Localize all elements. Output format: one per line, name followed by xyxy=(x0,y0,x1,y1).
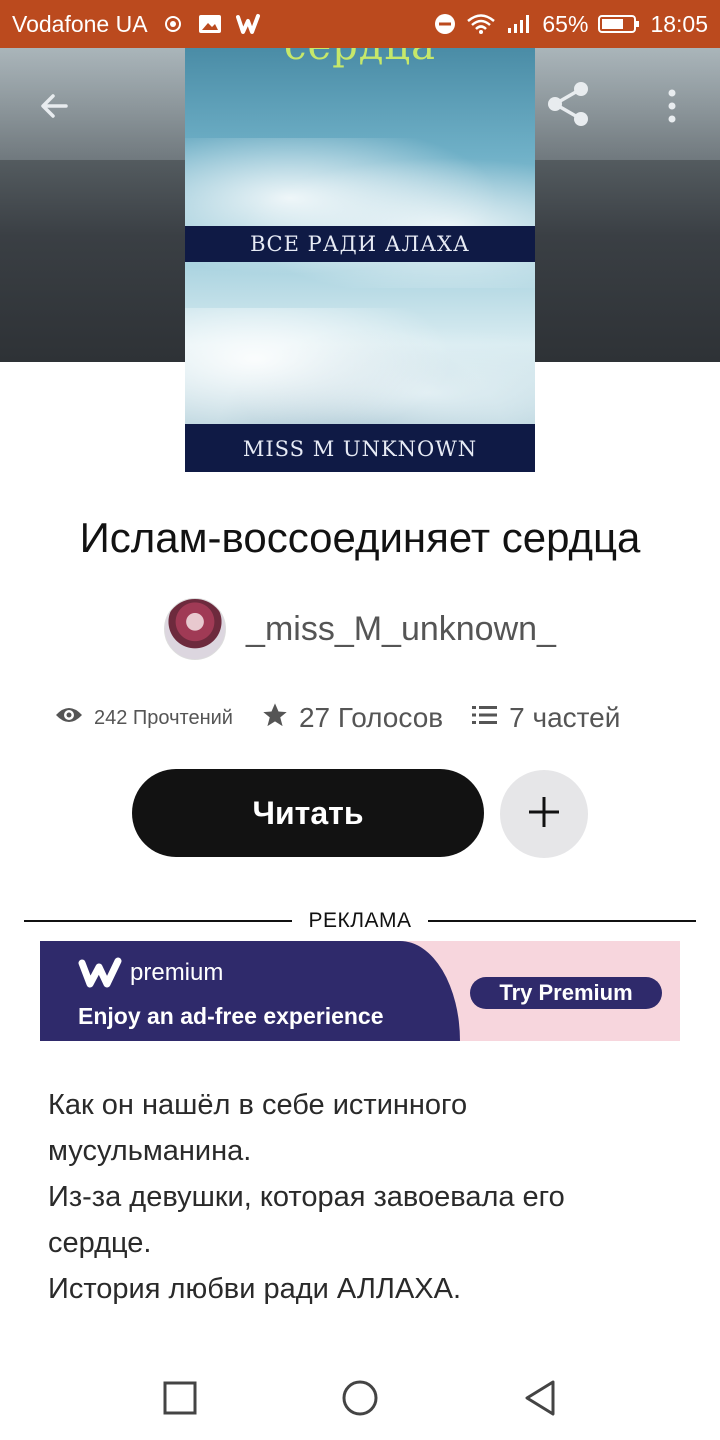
battery-icon xyxy=(598,13,640,35)
wattpad-icon xyxy=(235,13,264,35)
ad-tagline: Enjoy an ad-free experience xyxy=(78,1003,384,1029)
description-line: мусульманина. xyxy=(48,1135,252,1167)
ad-divider: РЕКЛАМА xyxy=(24,906,697,936)
votes-count: 27 Голосов xyxy=(298,702,444,733)
star-icon xyxy=(261,701,289,736)
ad-brand: premium xyxy=(130,959,224,986)
description-line: сердце. xyxy=(48,1227,152,1259)
parts-stat[interactable]: 7 частей xyxy=(471,702,620,734)
description-line: История любви ради АЛЛАХА. xyxy=(48,1273,462,1305)
description-line: Как он нашёл в себе истинного xyxy=(48,1089,468,1121)
cover-subtitle: ВСЕ РАДИ АЛАХА xyxy=(185,226,535,262)
votes-stat: 27 Голосов xyxy=(261,701,443,736)
description-line: Из-за девушки, которая завоевала его xyxy=(48,1181,565,1213)
status-bar: Vodafone UA 65% 18:05 xyxy=(0,0,720,48)
add-to-library-button[interactable] xyxy=(500,770,588,858)
wifi-icon xyxy=(466,13,496,35)
signal-icon xyxy=(506,13,532,35)
back-nav-icon[interactable] xyxy=(510,1376,570,1420)
top-toolbar xyxy=(0,48,720,160)
wattpad-logo-icon xyxy=(78,957,124,989)
read-button[interactable]: Читать xyxy=(132,769,484,857)
plus-icon xyxy=(526,794,562,835)
parts-count: 7 частей xyxy=(509,702,621,733)
clock: 18:05 xyxy=(650,10,708,37)
author-row[interactable]: _miss_M_unknown_ xyxy=(0,598,720,660)
try-premium-button[interactable]: Try Premium xyxy=(470,977,662,1009)
do-not-disturb-icon xyxy=(434,13,456,35)
recents-icon[interactable] xyxy=(150,1376,210,1420)
story-stats: 242 Прочтений 27 Голосов 7 частей xyxy=(54,696,674,740)
cover-author-band: MISS M UNKNOWN xyxy=(185,424,535,472)
carrier-label: Vodafone UA xyxy=(12,10,148,37)
avatar[interactable] xyxy=(164,598,227,660)
ad-label: РЕКЛАМА xyxy=(308,909,412,932)
battery-percent: 65% xyxy=(542,10,589,37)
more-vertical-icon[interactable] xyxy=(650,78,694,134)
arrow-left-icon[interactable] xyxy=(26,78,82,134)
home-icon[interactable] xyxy=(330,1376,390,1420)
author-name[interactable]: _miss_M_unknown_ xyxy=(246,610,556,649)
story-description: Как он нашёл в себе истинного мусульмани… xyxy=(48,1082,678,1312)
premium-ad-banner[interactable]: premium Enjoy an ad-free experience Try … xyxy=(40,941,680,1041)
hotspot-icon xyxy=(162,13,184,35)
book-title: Ислам-воссоединяет сердца xyxy=(79,514,641,561)
image-icon xyxy=(198,13,222,35)
eye-icon xyxy=(54,704,84,732)
reads-count: 242 Прочтений xyxy=(94,706,233,729)
share-icon[interactable] xyxy=(538,74,598,134)
reads-stat: 242 Прочтений xyxy=(54,704,233,732)
list-icon xyxy=(471,702,499,734)
